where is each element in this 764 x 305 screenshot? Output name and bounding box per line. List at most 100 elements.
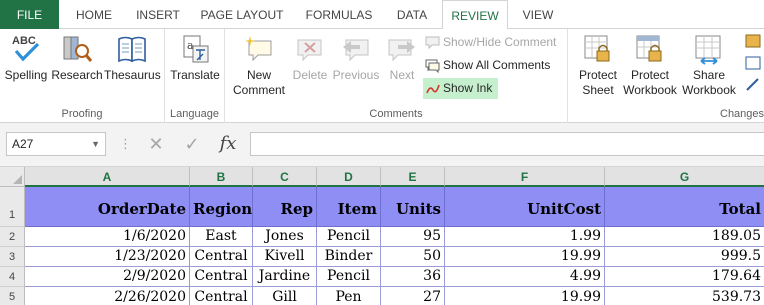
select-all-button[interactable] [0, 167, 25, 187]
row-header-4[interactable]: 4 [0, 267, 25, 287]
cell-d4[interactable]: Pencil [317, 267, 381, 287]
cell-g5[interactable]: 539.73 [605, 287, 764, 305]
header-cell-rep[interactable]: Rep [253, 187, 317, 227]
changes-group: Protect Sheet Protect Workbook Share Wor… [568, 29, 764, 123]
translate-button[interactable]: a Translate [168, 31, 222, 99]
tab-formulas[interactable]: FORMULAS [296, 0, 382, 29]
cell-e2[interactable]: 95 [381, 227, 445, 247]
thesaurus-icon [118, 36, 146, 63]
cell-f3[interactable]: 19.99 [445, 247, 605, 267]
cell-e5[interactable]: 27 [381, 287, 445, 305]
cell-a2[interactable]: 1/6/2020 [25, 227, 190, 247]
cell-c3[interactable]: Kivell [253, 247, 317, 267]
next-comment-label: Next [389, 68, 415, 82]
delete-comment-icon [297, 39, 322, 62]
ribbon: ABC Spelling Research Thesaurus Proofing [0, 29, 764, 123]
cell-c2[interactable]: Jones [253, 227, 317, 247]
delete-comment-label: Delete [292, 68, 328, 82]
header-cell-orderdate[interactable]: OrderDate [25, 187, 190, 227]
header-cell-total[interactable]: Total [605, 187, 764, 227]
next-comment-icon [388, 39, 415, 62]
cell-b2[interactable]: East [190, 227, 253, 247]
show-hide-comment-icon [425, 36, 440, 50]
tab-insert[interactable]: INSERT [126, 0, 190, 29]
column-header-d[interactable]: D [317, 167, 381, 187]
name-box[interactable]: A27 ▼ [6, 132, 106, 156]
language-group: a Translate Language [165, 29, 225, 123]
cell-d5[interactable]: Pen [317, 287, 381, 305]
show-hide-comment-button[interactable]: Show/Hide Comment [423, 32, 556, 53]
cell-g2[interactable]: 189.05 [605, 227, 764, 247]
cell-f5[interactable]: 19.99 [445, 287, 605, 305]
enter-icon[interactable]: ✓ [175, 132, 209, 156]
translate-icon: a [183, 35, 209, 63]
delete-comment-button[interactable]: Delete [291, 31, 329, 99]
chevron-down-icon[interactable]: ▼ [91, 133, 100, 155]
show-ink-label: Show Ink [443, 81, 493, 95]
new-comment-button[interactable]: New Comment [229, 31, 289, 99]
changes-group-label: Changes [720, 108, 764, 120]
proofing-group: ABC Spelling Research Thesaurus Proofing [0, 29, 165, 123]
share-workbook-label-1: Share [692, 68, 726, 82]
name-box-value: A27 [12, 137, 34, 151]
cell-b3[interactable]: Central [190, 247, 253, 267]
column-header-e[interactable]: E [381, 167, 445, 187]
changes-small-icons[interactable] [744, 32, 764, 98]
protect-workbook-button[interactable]: Protect Workbook [622, 31, 678, 99]
cell-b5[interactable]: Central [190, 287, 253, 305]
tab-data[interactable]: DATA [386, 0, 438, 29]
spelling-button[interactable]: ABC Spelling [3, 31, 49, 99]
row-header-3[interactable]: 3 [0, 247, 25, 267]
header-cell-unitcost[interactable]: UnitCost [445, 187, 605, 227]
formula-buttons: ✕ ✓ fx [137, 132, 248, 156]
show-all-comments-button[interactable]: Show All Comments [423, 55, 550, 76]
protect-sheet-button[interactable]: Protect Sheet [574, 31, 622, 99]
row-header-1[interactable]: 1 [0, 187, 25, 227]
share-workbook-button[interactable]: Share Workbook [680, 31, 738, 99]
tab-review[interactable]: REVIEW [442, 0, 508, 30]
new-comment-icon [245, 36, 272, 62]
cell-d3[interactable]: Binder [317, 247, 381, 267]
cell-e3[interactable]: 50 [381, 247, 445, 267]
header-cell-item[interactable]: Item [317, 187, 381, 227]
tab-page-layout[interactable]: PAGE LAYOUT [193, 0, 291, 29]
thesaurus-button[interactable]: Thesaurus [104, 31, 161, 99]
column-header-c[interactable]: C [253, 167, 317, 187]
tab-home[interactable]: HOME [64, 0, 124, 29]
cancel-icon[interactable]: ✕ [139, 132, 173, 156]
next-comment-button[interactable]: Next [383, 31, 421, 99]
cell-a3[interactable]: 1/23/2020 [25, 247, 190, 267]
protect-workbook-label-2: Workbook [623, 83, 677, 97]
cell-g4[interactable]: 179.64 [605, 267, 764, 287]
tab-file[interactable]: FILE [0, 0, 59, 29]
cell-b4[interactable]: Central [190, 267, 253, 287]
column-header-g[interactable]: G [605, 167, 764, 187]
show-hide-comment-label: Show/Hide Comment [443, 35, 557, 49]
cell-d2[interactable]: Pencil [317, 227, 381, 247]
row-header-2[interactable]: 2 [0, 227, 25, 247]
header-cell-region[interactable]: Region [190, 187, 253, 227]
previous-comment-button[interactable]: Previous [331, 31, 381, 99]
cell-f2[interactable]: 1.99 [445, 227, 605, 247]
cell-c4[interactable]: Jardine [253, 267, 317, 287]
comments-group: New Comment Delete Previous Next Show/Hi… [225, 29, 568, 123]
cell-c5[interactable]: Gill [253, 287, 317, 305]
tab-view[interactable]: VIEW [512, 0, 564, 29]
cell-a5[interactable]: 2/26/2020 [25, 287, 190, 305]
show-all-comments-label: Show All Comments [443, 58, 551, 72]
ribbon-tab-bar: FILE HOME INSERT PAGE LAYOUT FORMULAS DA… [0, 0, 764, 30]
cell-f4[interactable]: 4.99 [445, 267, 605, 287]
show-ink-button[interactable]: Show Ink [423, 78, 499, 99]
column-header-b[interactable]: B [190, 167, 253, 187]
cell-a4[interactable]: 2/9/2020 [25, 267, 190, 287]
share-workbook-icon [695, 35, 721, 65]
formula-input[interactable] [250, 132, 764, 156]
cell-g3[interactable]: 999.5 [605, 247, 764, 267]
row-header-5[interactable]: 5 [0, 287, 25, 305]
insert-function-icon[interactable]: fx [211, 132, 245, 156]
column-header-a[interactable]: A [25, 167, 190, 187]
cell-e4[interactable]: 36 [381, 267, 445, 287]
research-button[interactable]: Research [51, 31, 103, 99]
header-cell-units[interactable]: Units [381, 187, 445, 227]
column-header-f[interactable]: F [445, 167, 605, 187]
